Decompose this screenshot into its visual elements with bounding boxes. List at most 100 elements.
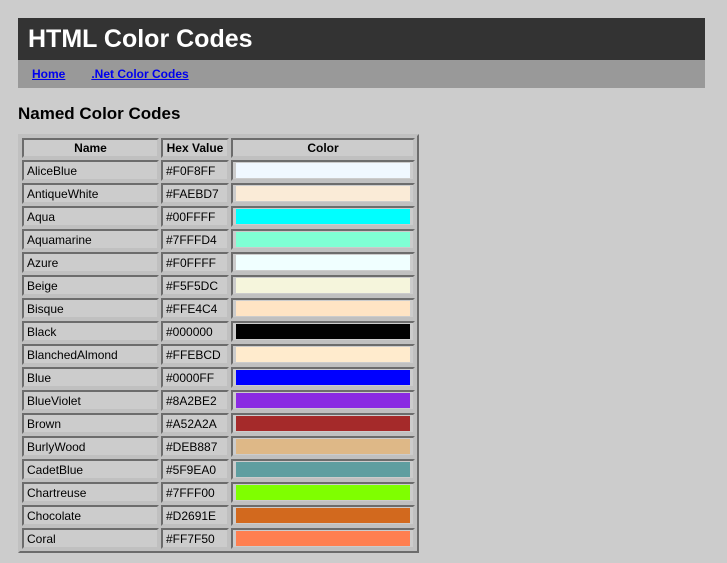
- table-row: AntiqueWhite #FAEBD7: [22, 183, 415, 204]
- color-name-cell: Bisque: [22, 298, 159, 319]
- primary-navigation: Home .Net Color Codes: [18, 60, 705, 88]
- table-row: Azure #F0FFFF: [22, 252, 415, 273]
- color-name-cell: BurlyWood: [22, 436, 159, 457]
- color-swatch: [236, 232, 410, 247]
- page-title: HTML Color Codes: [28, 24, 253, 53]
- table-row: Aqua #00FFFF: [22, 206, 415, 227]
- color-swatch: [236, 255, 410, 270]
- color-swatch-cell: [231, 528, 415, 549]
- color-name-cell: BlanchedAlmond: [22, 344, 159, 365]
- color-hex-cell: #8A2BE2: [161, 390, 229, 411]
- color-hex-cell: #D2691E: [161, 505, 229, 526]
- nav-link-home[interactable]: Home: [32, 67, 65, 81]
- color-swatch-cell: [231, 160, 415, 181]
- color-name-cell: Azure: [22, 252, 159, 273]
- color-hex-cell: #00FFFF: [161, 206, 229, 227]
- nav-link-net-color-codes[interactable]: .Net Color Codes: [91, 67, 188, 81]
- color-swatch: [236, 393, 410, 408]
- color-hex-cell: #F0F8FF: [161, 160, 229, 181]
- color-swatch-cell: [231, 390, 415, 411]
- color-name-cell: Chocolate: [22, 505, 159, 526]
- color-name-cell: Black: [22, 321, 159, 342]
- column-header-color: Color: [231, 138, 415, 158]
- table-head: Name Hex Value Color: [22, 138, 415, 158]
- color-swatch-cell: [231, 252, 415, 273]
- color-name-cell: Coral: [22, 528, 159, 549]
- color-hex-cell: #7FFF00: [161, 482, 229, 503]
- color-swatch-cell: [231, 436, 415, 457]
- color-swatch-cell: [231, 482, 415, 503]
- color-name-cell: BlueViolet: [22, 390, 159, 411]
- color-hex-cell: #000000: [161, 321, 229, 342]
- color-swatch: [236, 163, 410, 178]
- column-header-hex-value: Hex Value: [161, 138, 229, 158]
- color-swatch-cell: [231, 275, 415, 296]
- column-header-name: Name: [22, 138, 159, 158]
- color-name-cell: Chartreuse: [22, 482, 159, 503]
- color-swatch-cell: [231, 367, 415, 388]
- color-name-cell: Aquamarine: [22, 229, 159, 250]
- table-row: Bisque #FFE4C4: [22, 298, 415, 319]
- table-row: Aquamarine #7FFFD4: [22, 229, 415, 250]
- color-name-cell: AntiqueWhite: [22, 183, 159, 204]
- color-table-container: Name Hex Value Color AliceBlue #F0F8FF Ant…: [18, 134, 419, 553]
- color-swatch: [236, 209, 410, 224]
- color-hex-cell: #A52A2A: [161, 413, 229, 434]
- color-swatch: [236, 508, 410, 523]
- table-header-row: Name Hex Value Color: [22, 138, 415, 158]
- color-swatch-cell: [231, 344, 415, 365]
- table-row: Beige #F5F5DC: [22, 275, 415, 296]
- color-hex-cell: #0000FF: [161, 367, 229, 388]
- color-swatch: [236, 324, 410, 339]
- color-swatch: [236, 416, 410, 431]
- color-swatch: [236, 186, 410, 201]
- table-row: BlanchedAlmond #FFEBCD: [22, 344, 415, 365]
- section-heading: Named Color Codes: [18, 104, 181, 123]
- color-name-cell: Beige: [22, 275, 159, 296]
- color-swatch-cell: [231, 413, 415, 434]
- table-row: Brown #A52A2A: [22, 413, 415, 434]
- color-swatch: [236, 347, 410, 362]
- named-color-codes-table: Name Hex Value Color AliceBlue #F0F8FF Ant…: [18, 134, 419, 553]
- table-row: CadetBlue #5F9EA0: [22, 459, 415, 480]
- color-hex-cell: #7FFFD4: [161, 229, 229, 250]
- color-swatch-cell: [231, 298, 415, 319]
- color-hex-cell: #F0FFFF: [161, 252, 229, 273]
- table-row: Chocolate #D2691E: [22, 505, 415, 526]
- color-hex-cell: #5F9EA0: [161, 459, 229, 480]
- color-name-cell: AliceBlue: [22, 160, 159, 181]
- table-row: Chartreuse #7FFF00: [22, 482, 415, 503]
- color-swatch-cell: [231, 505, 415, 526]
- color-name-cell: Blue: [22, 367, 159, 388]
- color-hex-cell: #FFE4C4: [161, 298, 229, 319]
- color-swatch-cell: [231, 459, 415, 480]
- site-masthead: HTML Color Codes: [18, 18, 705, 60]
- table-row: Black #000000: [22, 321, 415, 342]
- color-swatch-cell: [231, 206, 415, 227]
- color-swatch: [236, 370, 410, 385]
- color-swatch: [236, 531, 410, 546]
- table-row: BlueViolet #8A2BE2: [22, 390, 415, 411]
- color-swatch-cell: [231, 183, 415, 204]
- color-hex-cell: #FF7F50: [161, 528, 229, 549]
- color-swatch: [236, 278, 410, 293]
- color-swatch: [236, 301, 410, 316]
- color-hex-cell: #F5F5DC: [161, 275, 229, 296]
- color-swatch: [236, 462, 410, 477]
- table-body: AliceBlue #F0F8FF AntiqueWhite #FAEBD7 Aqua #…: [22, 160, 415, 549]
- color-swatch-cell: [231, 229, 415, 250]
- color-swatch-cell: [231, 321, 415, 342]
- table-row: AliceBlue #F0F8FF: [22, 160, 415, 181]
- table-row: BurlyWood #DEB887: [22, 436, 415, 457]
- page-root: HTML Color Codes Home .Net Color Codes N…: [0, 18, 727, 563]
- color-swatch: [236, 439, 410, 454]
- color-swatch: [236, 485, 410, 500]
- table-row: Blue #0000FF: [22, 367, 415, 388]
- color-hex-cell: #DEB887: [161, 436, 229, 457]
- color-hex-cell: #FAEBD7: [161, 183, 229, 204]
- color-name-cell: CadetBlue: [22, 459, 159, 480]
- color-name-cell: Brown: [22, 413, 159, 434]
- color-hex-cell: #FFEBCD: [161, 344, 229, 365]
- table-row: Coral #FF7F50: [22, 528, 415, 549]
- color-name-cell: Aqua: [22, 206, 159, 227]
